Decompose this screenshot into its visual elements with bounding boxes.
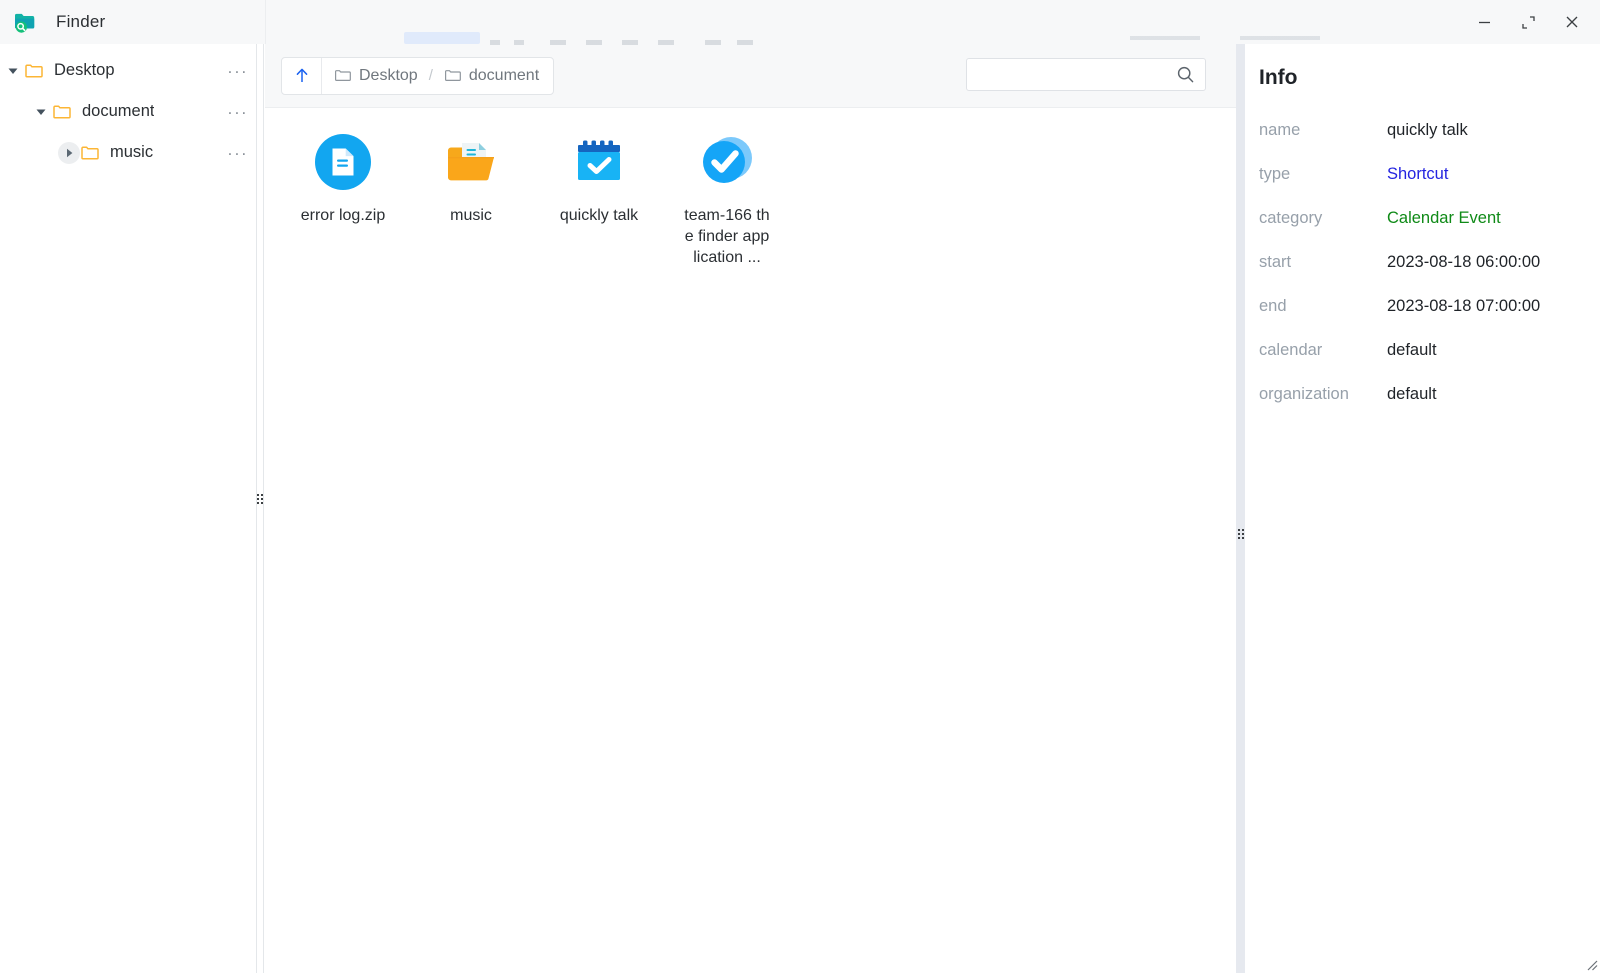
search-input[interactable] (979, 66, 1176, 84)
folder-outline-icon (334, 67, 351, 84)
maximize-button[interactable] (1506, 0, 1550, 44)
info-key: type (1255, 165, 1387, 184)
folder-icon (24, 61, 44, 81)
top-clipped-highlight (404, 32, 480, 44)
search-container (966, 58, 1206, 91)
sidebar-item-menu-button[interactable]: ··· (227, 62, 248, 79)
file-name: error log.zip (299, 205, 387, 226)
sidebar-splitter[interactable] (256, 44, 264, 973)
sidebar-item-menu-button[interactable]: ··· (227, 144, 248, 161)
finder-window: Finder (0, 0, 1600, 973)
info-key: end (1255, 297, 1387, 316)
toolbar: Desktop / document (265, 44, 1240, 108)
sidebar-item-music[interactable]: music ··· (0, 132, 256, 173)
file-name: music (427, 205, 515, 226)
info-key: name (1255, 121, 1387, 140)
sidebar-item-document[interactable]: document ··· (0, 91, 256, 132)
info-key: organization (1255, 385, 1387, 404)
info-value: Shortcut (1387, 160, 1578, 188)
breadcrumb-label: Desktop (359, 67, 418, 85)
document-blue-icon (313, 132, 373, 192)
search-box[interactable] (966, 58, 1206, 91)
info-row-category: category Calendar Event (1255, 204, 1578, 232)
chevron-down-icon[interactable] (2, 60, 24, 82)
window-controls (1462, 0, 1600, 44)
shortcut-check-icon (697, 132, 757, 192)
info-value: Calendar Event (1387, 204, 1578, 232)
go-up-button[interactable] (282, 58, 322, 94)
breadcrumb-item-desktop[interactable]: Desktop (334, 67, 418, 85)
file-name: team-166 the finder application ... (683, 205, 771, 268)
info-value: default (1387, 380, 1578, 408)
folder-icon (80, 143, 100, 163)
info-row-end: end 2023-08-18 07:00:00 (1255, 292, 1578, 320)
info-value: 2023-08-18 06:00:00 (1387, 248, 1578, 276)
breadcrumb-item-document[interactable]: document (444, 67, 539, 85)
folder-open-icon (441, 132, 501, 192)
vertical-drag-grip[interactable] (1238, 529, 1244, 539)
top-clipped-toolbar-ghost (490, 40, 870, 45)
file-list-pane[interactable]: error log.zip (265, 108, 1240, 973)
arrow-up-icon (294, 67, 310, 84)
folder-outline-icon (444, 67, 461, 84)
chevron-right-icon[interactable] (58, 142, 80, 164)
info-row-name: name quickly talk (1255, 116, 1578, 144)
file-name: quickly talk (555, 205, 643, 226)
info-value: quickly talk (1387, 116, 1578, 144)
info-panel-title: Info (1259, 66, 1578, 90)
window-resize-handle[interactable] (1584, 957, 1598, 971)
sidebar-item-label: music (110, 143, 153, 162)
sidebar-item-menu-button[interactable]: ··· (227, 103, 248, 120)
info-key: calendar (1255, 341, 1387, 360)
breadcrumb-label: document (469, 67, 539, 85)
finder-folder-search-icon (12, 9, 38, 35)
breadcrumb-separator: / (429, 67, 433, 84)
info-row-calendar: calendar default (1255, 336, 1578, 364)
info-panel: Info name quickly talk type Shortcut cat… (1245, 44, 1600, 973)
search-icon[interactable] (1176, 65, 1195, 84)
file-item[interactable]: music (407, 126, 535, 278)
main-pane: Desktop / document (265, 44, 1240, 973)
app-title: Finder (56, 12, 105, 32)
file-item[interactable]: quickly talk (535, 126, 663, 278)
sidebar: Desktop ··· document ··· (0, 44, 256, 973)
info-key: start (1255, 253, 1387, 272)
vertical-drag-grip[interactable] (257, 494, 263, 504)
title-bar-left: Finder (0, 0, 266, 44)
file-item[interactable]: team-166 the finder application ... (663, 126, 791, 278)
sidebar-item-desktop[interactable]: Desktop ··· (0, 50, 256, 91)
file-grid: error log.zip (279, 126, 1226, 278)
chevron-down-icon[interactable] (30, 101, 52, 123)
info-value: 2023-08-18 07:00:00 (1387, 292, 1578, 320)
breadcrumb-trail: Desktop / document (322, 58, 553, 94)
minimize-button[interactable] (1462, 0, 1506, 44)
sidebar-item-label: document (82, 102, 154, 121)
info-row-start: start 2023-08-18 06:00:00 (1255, 248, 1578, 276)
info-row-organization: organization default (1255, 380, 1578, 408)
file-item[interactable]: error log.zip (279, 126, 407, 278)
info-panel-splitter[interactable] (1236, 44, 1245, 973)
folder-icon (52, 102, 72, 122)
sidebar-item-label: Desktop (54, 61, 115, 80)
close-button[interactable] (1550, 0, 1594, 44)
top-clipped-toolbar-ghost-right (1130, 36, 1430, 40)
calendar-check-icon (569, 132, 629, 192)
info-key: category (1255, 209, 1387, 228)
breadcrumb: Desktop / document (281, 57, 554, 95)
info-value: default (1387, 336, 1578, 364)
info-row-type: type Shortcut (1255, 160, 1578, 188)
